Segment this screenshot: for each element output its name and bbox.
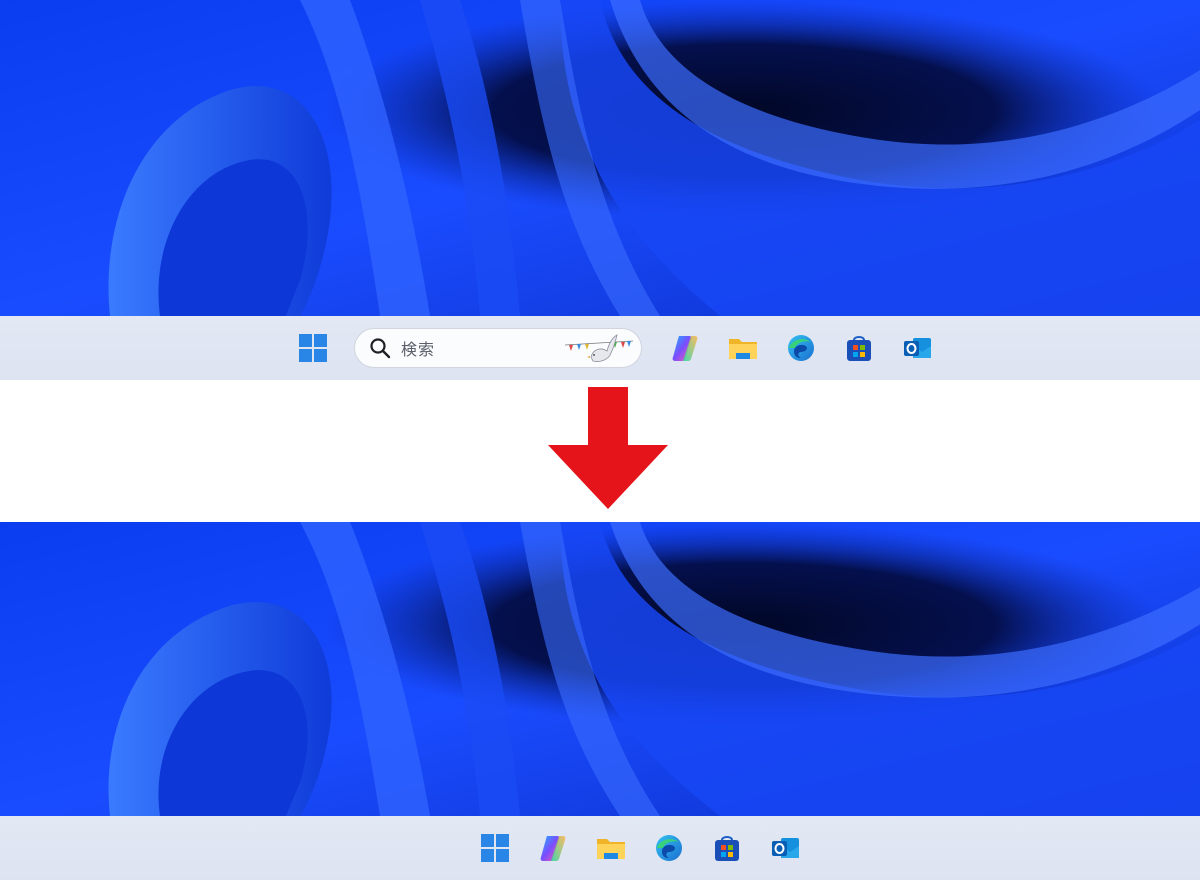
windows-start-icon[interactable]: [289, 324, 337, 372]
down-arrow-icon: [548, 387, 668, 509]
windows-start-icon[interactable]: [471, 824, 519, 872]
desktop-after: [0, 522, 1200, 816]
outlook-icon[interactable]: [761, 824, 809, 872]
search-placeholder: 検索: [401, 342, 436, 359]
file-explorer-icon[interactable]: [587, 824, 635, 872]
microsoft-store-icon[interactable]: [703, 824, 751, 872]
edge-icon[interactable]: [777, 324, 825, 372]
dove-illustration-icon: [564, 334, 634, 362]
copilot-icon[interactable]: [661, 324, 709, 372]
copilot-icon[interactable]: [529, 824, 577, 872]
file-explorer-icon[interactable]: [719, 324, 767, 372]
search-box[interactable]: 検索: [354, 328, 642, 368]
wallpaper-bloom: [0, 0, 1200, 316]
desktop-before: [0, 0, 1200, 316]
microsoft-store-icon[interactable]: [835, 324, 883, 372]
edge-icon[interactable]: [645, 824, 693, 872]
search-icon: [370, 338, 391, 359]
wallpaper-bloom: [0, 522, 1200, 816]
taskbar-after: [0, 816, 1200, 880]
outlook-icon[interactable]: [893, 324, 941, 372]
taskbar-before: 検索: [0, 316, 1200, 380]
